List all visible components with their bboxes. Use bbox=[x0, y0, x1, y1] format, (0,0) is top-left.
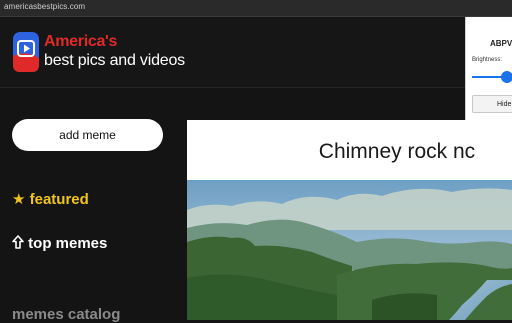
brightness-label: Brightness: bbox=[472, 57, 503, 63]
post-image[interactable] bbox=[187, 180, 512, 320]
brightness-slider-thumb[interactable] bbox=[500, 71, 512, 83]
post-card: Chimney rock nc bbox=[187, 120, 512, 320]
sidebar-item-top-memes[interactable]: top memes bbox=[12, 235, 107, 252]
post-title[interactable]: Chimney rock nc bbox=[187, 140, 512, 164]
extension-title: ABPV E bbox=[490, 39, 512, 48]
hide-button[interactable]: Hide N bbox=[472, 95, 512, 113]
brand-title[interactable]: America's bbox=[44, 33, 117, 51]
extension-popup: ABPV E Brightness: Hide N bbox=[465, 17, 512, 126]
sidebar-item-label: top memes bbox=[28, 235, 108, 252]
site-header: America's best pics and videos bbox=[0, 17, 512, 88]
add-meme-button[interactable]: add meme bbox=[12, 119, 163, 151]
url-text: americasbestpics.com bbox=[4, 2, 86, 11]
sidebar-item-featured[interactable]: ★ featured bbox=[12, 190, 89, 208]
arrow-up-icon bbox=[12, 235, 24, 249]
star-icon: ★ bbox=[12, 191, 26, 208]
sidebar-item-memes-catalog[interactable]: memes catalog bbox=[12, 306, 120, 323]
brightness-slider[interactable] bbox=[472, 70, 512, 84]
video-play-icon[interactable] bbox=[12, 30, 40, 74]
browser-url-bar[interactable]: americasbestpics.com bbox=[0, 0, 512, 17]
brand-subtitle[interactable]: best pics and videos bbox=[44, 52, 185, 70]
sidebar-item-label: featured bbox=[29, 191, 89, 208]
